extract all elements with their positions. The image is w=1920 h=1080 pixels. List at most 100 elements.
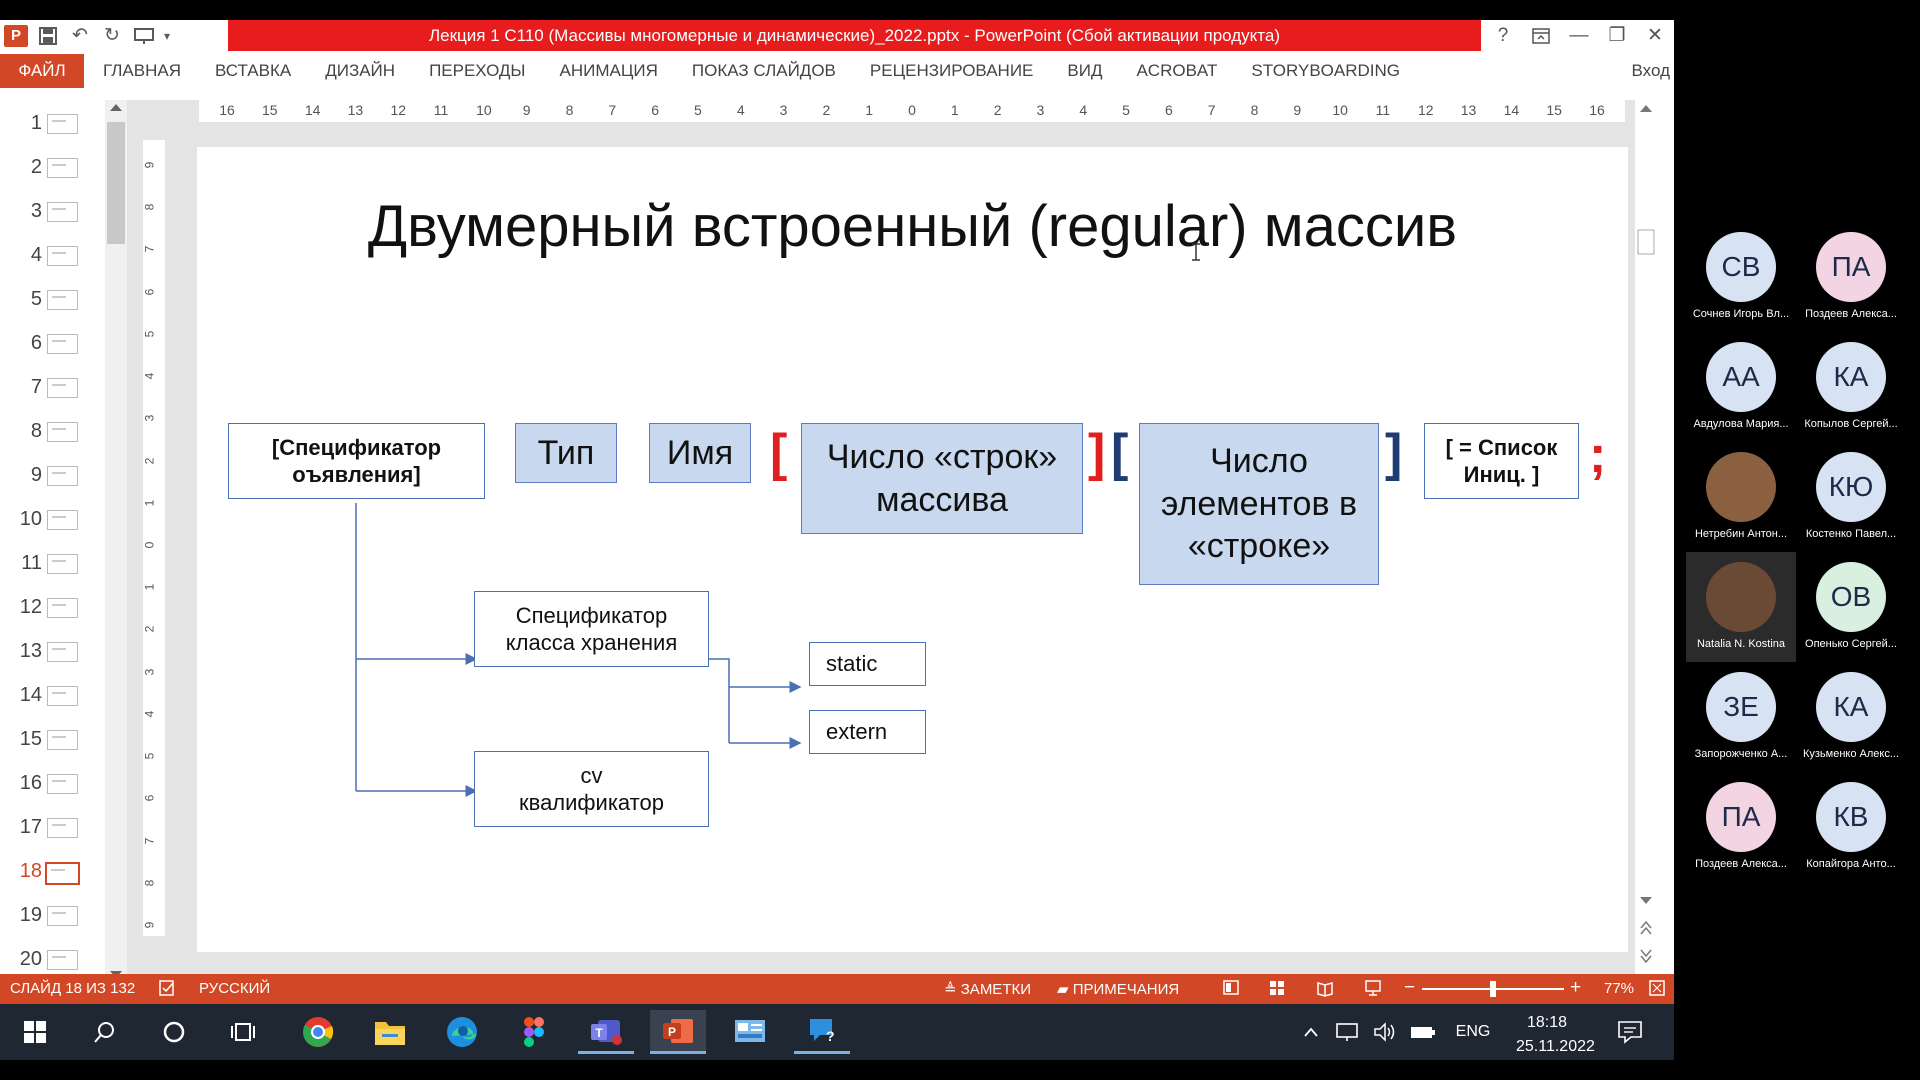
battery-icon[interactable] — [1406, 1010, 1440, 1054]
file-explorer-icon[interactable] — [362, 1010, 418, 1054]
sign-in-link[interactable]: Вход — [1632, 61, 1670, 81]
participant-tile[interactable]: Natalia N. Kostina — [1686, 552, 1796, 662]
network-icon[interactable] — [1330, 1010, 1364, 1054]
slide-thumbnail[interactable]: 19 — [0, 897, 105, 941]
slide-thumbnail[interactable]: 15 — [0, 721, 105, 765]
system-clock[interactable]: 18:18 25.11.2022 — [1516, 1011, 1595, 1059]
restore-icon[interactable]: ❐ — [1598, 20, 1636, 51]
extern-box[interactable]: extern — [809, 710, 926, 754]
close-icon[interactable]: ✕ — [1636, 20, 1674, 51]
customize-qat-chevron-icon[interactable]: ▾ — [160, 20, 174, 51]
participant-tile[interactable]: АА Авдулова Мария... — [1686, 332, 1796, 442]
storage-class-box[interactable]: Спецификатор класса хранения — [474, 591, 709, 667]
participant-tile[interactable]: КА Кузьменко Алекс... — [1796, 662, 1906, 772]
chrome-icon[interactable] — [290, 1010, 346, 1054]
quick-assist-icon[interactable]: ? — [794, 1010, 850, 1054]
participant-tile[interactable]: СВ Сочнев Игорь Вл... — [1686, 222, 1796, 332]
initializer-list-box[interactable]: [ = Список Иниц. ] — [1424, 423, 1579, 499]
minimize-icon[interactable]: — — [1560, 20, 1598, 51]
cols-count-box[interactable]: Число элементов в «строке» — [1139, 423, 1379, 585]
tab-home[interactable]: ГЛАВНАЯ — [86, 61, 198, 81]
scroll-up-icon[interactable] — [110, 104, 122, 111]
powerpoint-app-icon[interactable]: P — [0, 20, 32, 51]
comments-button[interactable]: ▰ ПРИМЕЧАНИЯ — [1057, 980, 1179, 998]
thumbnail-scrollbar[interactable] — [105, 100, 127, 984]
task-view-icon[interactable] — [216, 1010, 272, 1054]
edge-icon[interactable] — [434, 1010, 490, 1054]
slide-thumbnail[interactable]: 12 — [0, 589, 105, 633]
reading-view-icon[interactable] — [1316, 979, 1334, 1001]
slide-thumbnail[interactable]: 1 — [0, 105, 105, 149]
participant-tile[interactable]: КВ Копайгора Анто... — [1796, 772, 1906, 882]
participant-tile[interactable]: ПА Поздеев Алекса... — [1796, 222, 1906, 332]
present-from-start-icon[interactable] — [128, 20, 160, 51]
slide-thumbnail[interactable]: 7 — [0, 369, 105, 413]
redo-icon[interactable]: ↻ — [96, 20, 128, 51]
participant-tile[interactable]: Нетребин Антон... — [1686, 442, 1796, 552]
teams-icon[interactable]: T — [578, 1010, 634, 1054]
tab-file[interactable]: ФАЙЛ — [0, 54, 84, 88]
slide-thumbnail[interactable]: 8 — [0, 413, 105, 457]
ribbon-display-options-icon[interactable] — [1522, 20, 1560, 51]
static-box[interactable]: static — [809, 642, 926, 686]
cv-qualifier-box[interactable]: cv квалификатор — [474, 751, 709, 827]
slide-thumbnail[interactable]: 4 — [0, 237, 105, 281]
tab-review[interactable]: РЕЦЕНЗИРОВАНИЕ — [853, 61, 1051, 81]
tab-design[interactable]: ДИЗАЙН — [308, 61, 412, 81]
participant-tile[interactable]: ЗЕ Запорожченко А... — [1686, 662, 1796, 772]
slide-thumbnail[interactable]: 13 — [0, 633, 105, 677]
cortana-icon[interactable] — [146, 1010, 202, 1054]
slide-thumbnail[interactable]: 2 — [0, 149, 105, 193]
slide-thumbnail[interactable]: 14 — [0, 677, 105, 721]
rows-count-box[interactable]: Число «строк» массива — [801, 423, 1083, 534]
slide-show-icon[interactable] — [1364, 979, 1382, 1001]
slide-thumbnail[interactable]: 9 — [0, 457, 105, 501]
zoom-in-icon[interactable]: + — [1570, 977, 1581, 999]
editor-scrollbar[interactable] — [1635, 100, 1657, 984]
declaration-specifier-box[interactable]: [Спецификатор оъявления] — [228, 423, 485, 499]
tab-slide-show[interactable]: ПОКАЗ СЛАЙДОВ — [675, 61, 853, 81]
undo-icon[interactable]: ↶ — [64, 20, 96, 51]
tab-view[interactable]: ВИД — [1050, 61, 1119, 81]
name-box[interactable]: Имя — [649, 423, 751, 483]
slide-thumbnail[interactable]: 3 — [0, 193, 105, 237]
control-panel-icon[interactable] — [722, 1010, 778, 1054]
slide-thumbnail[interactable]: 16 — [0, 765, 105, 809]
input-language-indicator[interactable]: ENG — [1448, 1010, 1498, 1054]
zoom-slider-knob[interactable] — [1490, 981, 1496, 997]
figma-icon[interactable] — [506, 1010, 562, 1054]
windows-start-icon[interactable] — [7, 1010, 63, 1054]
show-hidden-icons-chevron-icon[interactable] — [1296, 1010, 1326, 1054]
slide-sorter-icon[interactable] — [1268, 979, 1286, 1001]
fit-to-window-icon[interactable] — [1648, 979, 1666, 1001]
slide-thumbnail[interactable]: 10 — [0, 501, 105, 545]
tab-acrobat[interactable]: ACROBAT — [1119, 61, 1234, 81]
search-icon[interactable] — [77, 1010, 133, 1054]
save-icon[interactable] — [32, 20, 64, 51]
tab-insert[interactable]: ВСТАВКА — [198, 61, 308, 81]
slide-thumbnail[interactable]: 6 — [0, 325, 105, 369]
tab-transitions[interactable]: ПЕРЕХОДЫ — [412, 61, 542, 81]
participant-tile[interactable]: КА Копылов Сергей... — [1796, 332, 1906, 442]
slide-thumbnail[interactable]: 11 — [0, 545, 105, 589]
zoom-level[interactable]: 77% — [1604, 980, 1634, 997]
help-icon[interactable]: ? — [1484, 20, 1522, 51]
language-indicator[interactable]: РУССКИЙ — [199, 980, 270, 997]
participant-tile[interactable]: ОВ Опенько Сергей... — [1796, 552, 1906, 662]
slide-thumbnail[interactable]: 17 — [0, 809, 105, 853]
slide-canvas[interactable]: Двумерный встроенный (regular) массив [С… — [197, 147, 1628, 952]
spell-check-icon[interactable] — [158, 979, 176, 1001]
type-box[interactable]: Тип — [515, 423, 617, 483]
slide-indicator[interactable]: СЛАЙД 18 ИЗ 132 — [10, 980, 135, 997]
notifications-icon[interactable] — [1600, 1010, 1660, 1054]
participant-tile[interactable]: ПА Поздеев Алекса... — [1686, 772, 1796, 882]
normal-view-icon[interactable] — [1222, 979, 1240, 1001]
zoom-out-icon[interactable]: − — [1404, 977, 1415, 999]
scrollbar-thumb[interactable] — [107, 122, 125, 244]
notes-button[interactable]: ≜ ЗАМЕТКИ — [944, 980, 1031, 998]
tab-animations[interactable]: АНИМАЦИЯ — [542, 61, 674, 81]
participant-tile[interactable]: КЮ Костенко Павел... — [1796, 442, 1906, 552]
tab-storyboarding[interactable]: STORYBOARDING — [1234, 61, 1417, 81]
powerpoint-taskbar-icon[interactable]: P — [650, 1010, 706, 1054]
slide-thumbnail[interactable]: 5 — [0, 281, 105, 325]
